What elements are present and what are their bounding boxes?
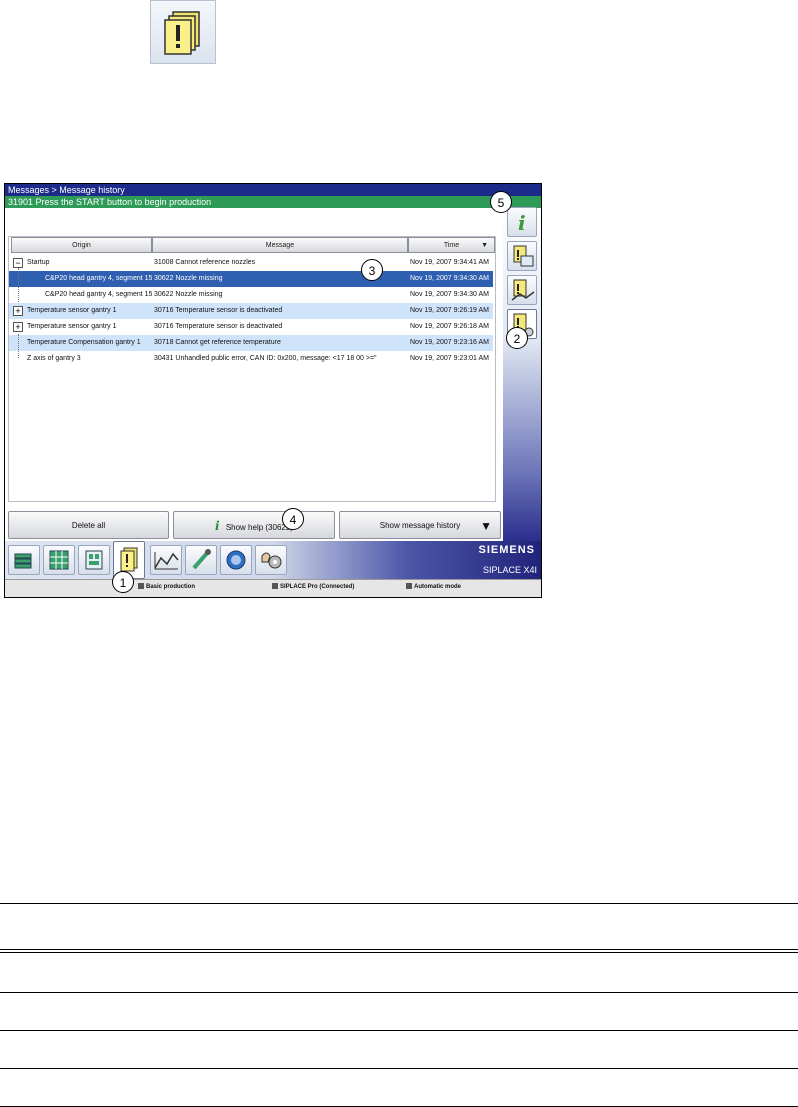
tools-button[interactable] [185, 545, 217, 575]
svg-text:i: i [518, 211, 526, 235]
table-header: Origin Message Time ▼ [9, 237, 495, 255]
board-button[interactable] [78, 545, 110, 575]
status-message: 31901 Press the START button to begin pr… [5, 196, 541, 208]
camera-icon [226, 550, 246, 570]
collapse-icon[interactable]: − [13, 258, 23, 268]
table-row[interactable]: Temperature Compensation gantry 1 30718 … [9, 335, 493, 351]
row-origin: Temperature sensor gantry 1 [27, 323, 117, 330]
callout-1: 1 [112, 571, 134, 593]
brand-logo: SIEMENS [478, 544, 535, 556]
row-message: 30431 Unhandled public error, CAN ID: 0x… [154, 355, 377, 362]
show-help-button[interactable]: i Show help (30622) [173, 511, 335, 539]
row-time: Nov 19, 2007 9:34:41 AM [410, 259, 489, 266]
hand-gear-icon [261, 552, 282, 569]
row-time: Nov 19, 2007 9:34:30 AM [410, 275, 489, 282]
row-origin: C&P20 head gantry 4, segment 15 [45, 291, 152, 298]
row-message: 30716 Temperature sensor is deactivated [154, 323, 283, 330]
show-history-label: Show message history [379, 521, 461, 530]
row-message: 30718 Cannot get reference temperature [154, 339, 281, 346]
row-origin: Z axis of gantry 3 [27, 355, 81, 362]
connection-status-label: SIPLACE Pro (Connected) [280, 584, 355, 590]
machine-model: SIPLACE X4I [482, 565, 537, 575]
right-panel: i [503, 207, 541, 541]
chart-icon [154, 552, 179, 570]
stack-icon [14, 553, 32, 569]
production-status: Basic production [138, 583, 195, 592]
service-button[interactable] [255, 545, 287, 575]
table-row[interactable]: Z axis of gantry 3 30431 Unhandled publi… [9, 351, 493, 367]
row-time: Nov 19, 2007 9:26:18 AM [410, 323, 489, 330]
row-message: 30622 Nozzle missing [154, 291, 223, 298]
column-time-label: Time [443, 242, 460, 249]
table-row-rule [0, 992, 798, 993]
row-origin: Startup [27, 259, 50, 266]
message-table: Origin Message Time ▼ − Startup 31008 Ca… [8, 236, 496, 502]
row-origin: C&P20 head gantry 4, segment 15 [45, 275, 152, 282]
board-icon [85, 550, 103, 570]
row-time: Nov 19, 2007 9:26:19 AM [410, 307, 489, 314]
table-header-rule [0, 949, 798, 950]
breadcrumb: Messages > Message history [5, 184, 541, 196]
row-time: Nov 19, 2007 9:34:30 AM [410, 291, 489, 298]
callout-4: 4 [282, 508, 304, 530]
current-messages-icon [513, 245, 534, 267]
callout-2: 2 [506, 327, 528, 349]
message-history-icon [150, 0, 216, 64]
table-row[interactable]: − Startup 31008 Cannot reference nozzles… [9, 255, 493, 271]
column-origin[interactable]: Origin [11, 237, 152, 253]
row-origin: Temperature Compensation gantry 1 [27, 339, 141, 346]
feeder-grid-button[interactable] [43, 545, 75, 575]
mode-status-label: Automatic mode [414, 584, 462, 590]
table-row[interactable]: + Temperature sensor gantry 1 30716 Temp… [9, 319, 493, 335]
row-origin: Temperature sensor gantry 1 [27, 307, 117, 314]
table-row-rule [0, 1030, 798, 1031]
message-statistics-button[interactable] [507, 275, 537, 305]
tree-line [18, 334, 19, 358]
vision-button[interactable] [220, 545, 252, 575]
expand-icon[interactable]: + [13, 322, 23, 332]
production-status-label: Basic production [146, 584, 196, 590]
main-toolbar [5, 541, 541, 579]
table-row-rule [0, 1068, 798, 1069]
row-message: 30716 Temperature sensor is deactivated [154, 307, 283, 314]
dropdown-arrow-icon: ▼ [480, 519, 492, 533]
table-row-selected[interactable]: C&P20 head gantry 4, segment 15 30622 No… [9, 271, 493, 287]
table-top-rule [0, 903, 798, 904]
show-message-history-button[interactable]: Show message history ▼ [339, 511, 501, 539]
tree-line [18, 268, 19, 302]
production-button[interactable] [8, 545, 40, 575]
mode-status-icon [406, 583, 412, 589]
sort-down-icon: ▼ [481, 242, 488, 249]
callout-5: 5 [490, 191, 512, 213]
current-messages-button[interactable] [507, 241, 537, 271]
status-bar: Basic production SIPLACE Pro (Connected)… [5, 579, 541, 597]
delete-all-button[interactable]: Delete all [8, 511, 169, 539]
statistics-button[interactable] [150, 545, 182, 575]
table-row[interactable]: C&P20 head gantry 4, segment 15 30622 No… [9, 287, 493, 303]
wrench-icon [192, 549, 211, 570]
messages-screen: Messages > Message history 31901 Press t… [4, 183, 542, 598]
row-time: Nov 19, 2007 9:23:16 AM [410, 339, 489, 346]
info-icon: i [518, 211, 526, 235]
info-button[interactable]: i [507, 207, 537, 237]
row-time: Nov 19, 2007 9:23:01 AM [410, 355, 489, 362]
connection-status-icon [272, 583, 278, 589]
connection-status: SIPLACE Pro (Connected) [272, 583, 354, 592]
production-status-icon [138, 583, 144, 589]
table-row[interactable]: + Temperature sensor gantry 1 30716 Temp… [9, 303, 493, 319]
grid-icon [49, 550, 69, 570]
info-icon: i [215, 519, 220, 533]
mode-status: Automatic mode [406, 583, 461, 592]
table-header-rule-double [0, 952, 798, 953]
callout-3: 3 [361, 259, 383, 281]
expand-icon[interactable]: + [13, 306, 23, 316]
message-statistics-icon [511, 279, 535, 301]
column-message[interactable]: Message [152, 237, 408, 253]
column-time[interactable]: Time ▼ [408, 237, 495, 253]
